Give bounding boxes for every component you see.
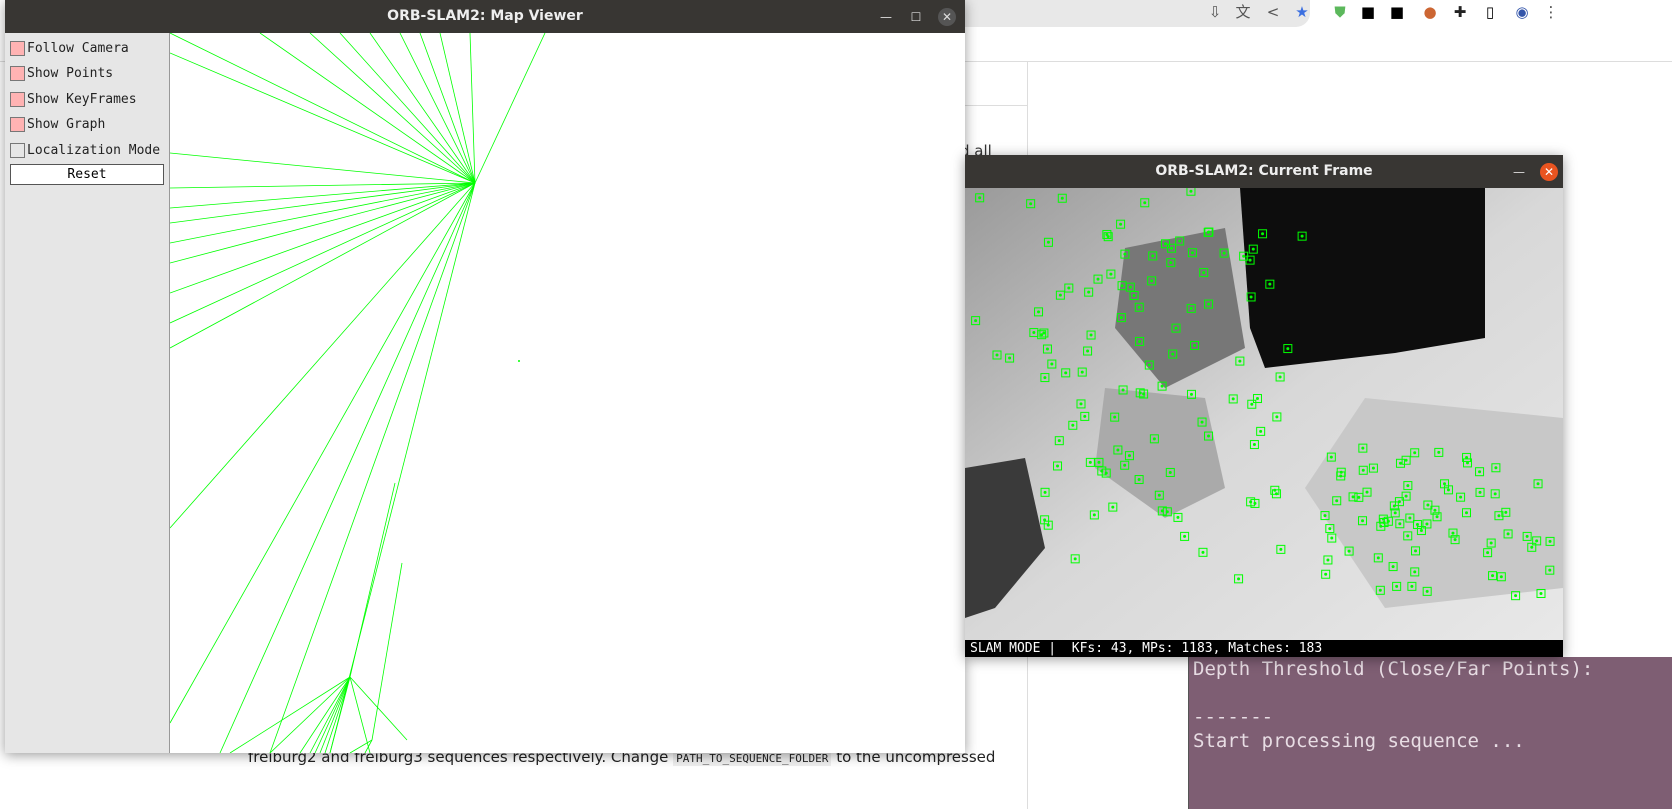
terminal-line: Depth Threshold (Close/Far Points):: [1193, 658, 1605, 680]
close-icon[interactable]: ✕: [938, 8, 956, 26]
covisibility-edge: [170, 33, 476, 184]
translate-icon[interactable]: 文: [1233, 2, 1253, 22]
covisibility-edge: [269, 676, 351, 753]
extension-icon[interactable]: ■: [1387, 2, 1407, 22]
covisibility-edge: [419, 33, 476, 184]
terminal-line: -------: [1193, 706, 1274, 728]
checkbox-box[interactable]: [10, 142, 25, 158]
camera-frame-image: [965, 188, 1563, 640]
covisibility-edge: [259, 33, 476, 184]
map-point: [518, 360, 520, 362]
download-icon[interactable]: ⇩: [1205, 2, 1225, 22]
checkbox-label: Show Points: [27, 65, 114, 81]
checkbox-box[interactable]: [10, 91, 25, 107]
shield-extension-icon[interactable]: ⛊: [1330, 2, 1350, 22]
minimize-icon[interactable]: —: [877, 8, 895, 26]
options-panel: Follow Camera Show Points Show KeyFrames…: [5, 33, 170, 753]
close-icon[interactable]: ✕: [1540, 163, 1558, 181]
covisibility-edge: [170, 182, 476, 224]
covisibility-edge: [339, 33, 476, 184]
covisibility-edge: [170, 182, 476, 189]
extension-icon[interactable]: ●: [1420, 2, 1440, 22]
covisibility-edge: [219, 182, 476, 753]
map-canvas[interactable]: [170, 33, 965, 753]
current-frame-titlebar[interactable]: ORB-SLAM2: Current Frame — ✕: [965, 155, 1563, 188]
terminal-window[interactable]: Depth Threshold (Close/Far Points): ----…: [1188, 657, 1672, 809]
checkbox-box[interactable]: [10, 65, 25, 81]
covisibility-edge: [170, 182, 476, 724]
show-graph-checkbox[interactable]: Show Graph: [10, 115, 105, 133]
extension-icon[interactable]: ■: [1358, 2, 1378, 22]
checkbox-box[interactable]: [10, 40, 25, 56]
localization-mode-checkbox[interactable]: Localization Mode: [10, 141, 160, 159]
covisibility-edge: [319, 676, 351, 753]
covisibility-edge: [469, 33, 476, 184]
covisibility-edge: [399, 33, 476, 184]
covisibility-edge: [170, 182, 476, 264]
window-title: ORB-SLAM2: Current Frame: [1155, 163, 1373, 179]
current-frame-window: ORB-SLAM2: Current Frame — ✕ SLAM MODE |…: [965, 155, 1563, 657]
covisibility-edge: [309, 33, 476, 184]
map-viewer-titlebar[interactable]: ORB-SLAM2: Map Viewer — ☐ ✕: [5, 0, 965, 33]
monitor-shape: [1240, 188, 1485, 368]
terminal-line: Start processing sequence ...: [1193, 730, 1525, 752]
checkbox-label: Show KeyFrames: [27, 91, 137, 107]
status-bar: SLAM MODE | KFs: 43, MPs: 1183, Matches:…: [965, 640, 1563, 657]
covisibility-edge: [170, 182, 476, 294]
window-title: ORB-SLAM2: Map Viewer: [387, 8, 583, 24]
page-divider: [965, 105, 1027, 106]
maximize-icon[interactable]: ☐: [907, 8, 925, 26]
covisibility-edge: [299, 676, 351, 753]
covisibility-edge: [269, 182, 476, 753]
reset-button[interactable]: Reset: [10, 164, 164, 185]
show-points-checkbox[interactable]: Show Points: [10, 64, 113, 82]
map-viewer-window: ORB-SLAM2: Map Viewer — ☐ ✕ Follow Camer…: [5, 0, 965, 753]
covisibility-edge: [170, 152, 476, 184]
sidebar-icon[interactable]: ▯: [1480, 2, 1500, 22]
puzzle-extensions-icon[interactable]: ✚: [1450, 2, 1470, 22]
checkbox-box[interactable]: [10, 116, 25, 132]
checkbox-label: Follow Camera: [27, 40, 129, 56]
profile-avatar[interactable]: ◉: [1512, 2, 1532, 22]
covisibility-edge: [170, 182, 476, 244]
address-bar[interactable]: [940, 0, 1310, 27]
covisibility-edge: [170, 182, 476, 529]
bookmark-star-icon[interactable]: ★: [1292, 2, 1312, 22]
covisibility-edge: [229, 676, 351, 753]
covisibility-edge: [309, 676, 351, 753]
inline-code: PATH_TO_SEQUENCE_FOLDER: [673, 751, 832, 766]
menu-dots-icon[interactable]: ⋮: [1541, 2, 1561, 22]
covisibility-edge: [371, 562, 403, 741]
checkbox-label: Show Graph: [27, 116, 106, 132]
show-keyframes-checkbox[interactable]: Show KeyFrames: [10, 90, 137, 108]
covisibility-edge: [170, 182, 476, 349]
covisibility-edge: [329, 182, 476, 753]
covisibility-edge: [329, 676, 351, 753]
covisibility-edge: [474, 33, 546, 184]
covisibility-edge: [439, 33, 476, 184]
follow-camera-checkbox[interactable]: Follow Camera: [10, 39, 129, 57]
share-icon[interactable]: <: [1263, 2, 1283, 22]
checkbox-label: Localization Mode: [27, 142, 161, 158]
minimize-icon[interactable]: —: [1510, 163, 1528, 181]
